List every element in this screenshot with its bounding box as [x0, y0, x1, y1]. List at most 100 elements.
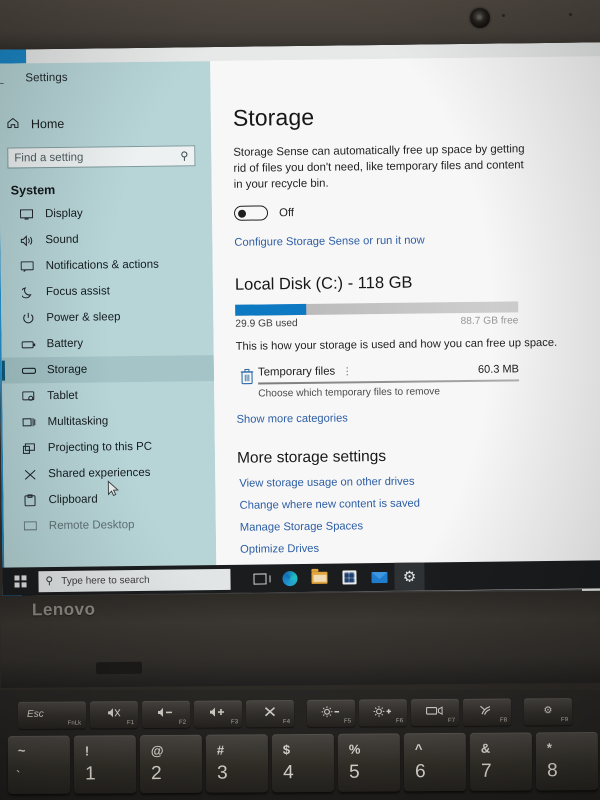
disk-usage-bar-fill	[235, 303, 307, 316]
taskbar-search-placeholder: Type here to search	[61, 574, 150, 587]
speaker-icon	[18, 234, 35, 246]
sidebar-item-display[interactable]: Display	[0, 199, 212, 228]
optimize-drives-link[interactable]: Optimize Drives	[238, 539, 600, 556]
category-size: 60.3 MB	[477, 363, 520, 376]
sidebar-item-label: Focus assist	[45, 285, 110, 299]
lenovo-logo: Lenovo	[31, 599, 96, 620]
key-3[interactable]: # 3	[205, 734, 269, 793]
share-icon	[21, 469, 38, 480]
sidebar-item-label: Remote Desktop	[48, 519, 135, 533]
storage-help-text: This is how your storage is used and how…	[235, 336, 558, 353]
key-symbol: @	[150, 742, 164, 759]
sidebar-item-storage[interactable]: Storage	[1, 355, 215, 384]
sidebar-item-battery[interactable]: Battery	[1, 329, 213, 358]
volume-up-icon	[209, 706, 227, 720]
edge-browser-icon[interactable]	[274, 564, 304, 592]
sidebar-item-notifications[interactable]: Notifications & actions	[1, 251, 213, 280]
local-disk-title: Local Disk (C:) - 118 GB	[234, 273, 413, 294]
key-symbol: *	[546, 740, 553, 756]
laptop-photo: ← Settings Home Find a setting ⚲ System	[0, 0, 600, 800]
configure-storage-sense-link[interactable]: Configure Storage Sense or run it now	[234, 234, 424, 248]
microphone-hole	[502, 14, 505, 17]
key-6[interactable]: ^ 6	[403, 732, 467, 792]
disk-usage-bar	[235, 301, 519, 316]
view-storage-usage-link[interactable]: View storage usage on other drives	[237, 473, 600, 490]
sidebar-item-label: Tablet	[47, 389, 79, 403]
task-view-icon[interactable]	[244, 564, 274, 592]
key-f1-mute[interactable]: F1	[89, 700, 139, 728]
sidebar-item-label: Shared experiences	[48, 466, 151, 481]
back-arrow-icon[interactable]: ←	[0, 73, 10, 89]
settings-key-icon: ⚙	[543, 705, 553, 717]
screen-content: ← Settings Home Find a setting ⚲ System	[0, 42, 600, 602]
key-f4-label: F4	[283, 718, 291, 725]
category-ellipsis-icon: ⋮	[342, 366, 354, 378]
key-f8-wireless[interactable]: F8	[462, 698, 512, 726]
key-symbol: !	[84, 743, 90, 759]
key-f3-volume-up[interactable]: F3	[193, 699, 243, 728]
category-subtitle: Choose which temporary files to remove	[258, 386, 441, 400]
key-f7-label: F7	[448, 717, 456, 724]
brightness-up-icon	[373, 705, 393, 720]
toggle-knob	[237, 209, 246, 218]
key-f5-brightness-down[interactable]: F5	[306, 699, 356, 727]
window-title: Settings	[25, 71, 68, 85]
battery-icon	[20, 340, 37, 349]
key-backtick[interactable]: ~ `	[7, 735, 71, 795]
key-f3-label: F3	[231, 718, 239, 725]
brightness-down-icon	[321, 705, 341, 720]
key-symbol: ~	[17, 742, 26, 759]
microsoft-store-icon[interactable]	[334, 563, 364, 591]
key-f4-mic-mute[interactable]: F4	[245, 699, 295, 727]
key-f9-settings[interactable]: ⚙ F9	[523, 697, 573, 725]
key-f2-volume-down[interactable]: F2	[141, 700, 191, 728]
key-f1-label: F1	[127, 719, 135, 726]
key-5[interactable]: % 5	[337, 733, 401, 792]
key-digit: 2	[150, 763, 162, 785]
sidebar-item-projecting[interactable]: Projecting to this PC	[3, 433, 215, 462]
disk-free-label: 88.7 GB free	[460, 315, 519, 328]
sidebar-item-label: Sound	[45, 233, 79, 247]
key-1[interactable]: ! 1	[73, 735, 137, 794]
sidebar-item-remote-desktop[interactable]: Remote Desktop	[4, 511, 216, 540]
show-more-categories-link[interactable]: Show more categories	[236, 412, 347, 425]
manage-storage-spaces-link[interactable]: Manage Storage Spaces	[238, 517, 600, 534]
start-button[interactable]	[2, 567, 38, 595]
tablet-icon	[20, 390, 37, 402]
settings-gear-icon[interactable]: ⚙	[394, 562, 425, 591]
key-symbol: #	[216, 742, 225, 758]
change-save-location-link[interactable]: Change where new content is saved	[238, 495, 600, 512]
key-2[interactable]: @ 2	[139, 734, 203, 794]
key-f7-external-display[interactable]: F7	[410, 698, 460, 726]
key-fnlk-label: FnLk	[67, 720, 82, 727]
sidebar-item-multitasking[interactable]: Multitasking	[2, 407, 214, 436]
sidebar-item-label: Battery	[46, 337, 84, 351]
multitasking-icon	[21, 417, 38, 428]
sidebar-item-tablet[interactable]: Tablet	[2, 381, 214, 410]
storage-category-row[interactable]: 60.3 MB Temporary files ⋮ Choose which t…	[236, 363, 520, 400]
key-f8-label: F8	[500, 717, 508, 724]
taskbar-search-input[interactable]: ⚲ Type here to search	[38, 568, 231, 592]
key-4[interactable]: $ 4	[271, 733, 335, 793]
function-key-row: Esc FnLk F1 F2 F3 F4 F5 F6 F7 F8 ⚙ F9	[17, 696, 576, 730]
sidebar-item-power-sleep[interactable]: Power & sleep	[1, 303, 213, 332]
key-digit: 4	[282, 762, 294, 784]
key-esc[interactable]: Esc FnLk	[17, 700, 87, 729]
file-explorer-icon[interactable]	[304, 564, 334, 592]
key-digit: 3	[216, 762, 228, 784]
laptop-keyboard: Esc FnLk F1 F2 F3 F4 F5 F6 F7 F8 ⚙ F9 ~ …	[0, 690, 600, 800]
storage-sense-toggle[interactable]	[233, 205, 269, 221]
settings-window: ← Settings Home Find a setting ⚲ System	[0, 56, 600, 578]
key-8[interactable]: * 8	[535, 731, 599, 791]
sidebar-item-sound[interactable]: Sound	[0, 225, 212, 254]
mail-icon[interactable]	[364, 563, 394, 591]
laptop-screen: ← Settings Home Find a setting ⚲ System	[0, 42, 600, 602]
clipboard-icon	[21, 494, 38, 507]
sidebar-item-focus-assist[interactable]: Focus assist	[1, 277, 213, 306]
key-f6-brightness-up[interactable]: F6	[358, 698, 408, 727]
search-input[interactable]: Find a setting ⚲	[7, 145, 196, 169]
monitor-icon	[18, 208, 35, 220]
category-name: Temporary files	[257, 365, 336, 379]
key-7[interactable]: & 7	[469, 732, 533, 791]
sidebar-item-home[interactable]: Home	[0, 109, 211, 138]
